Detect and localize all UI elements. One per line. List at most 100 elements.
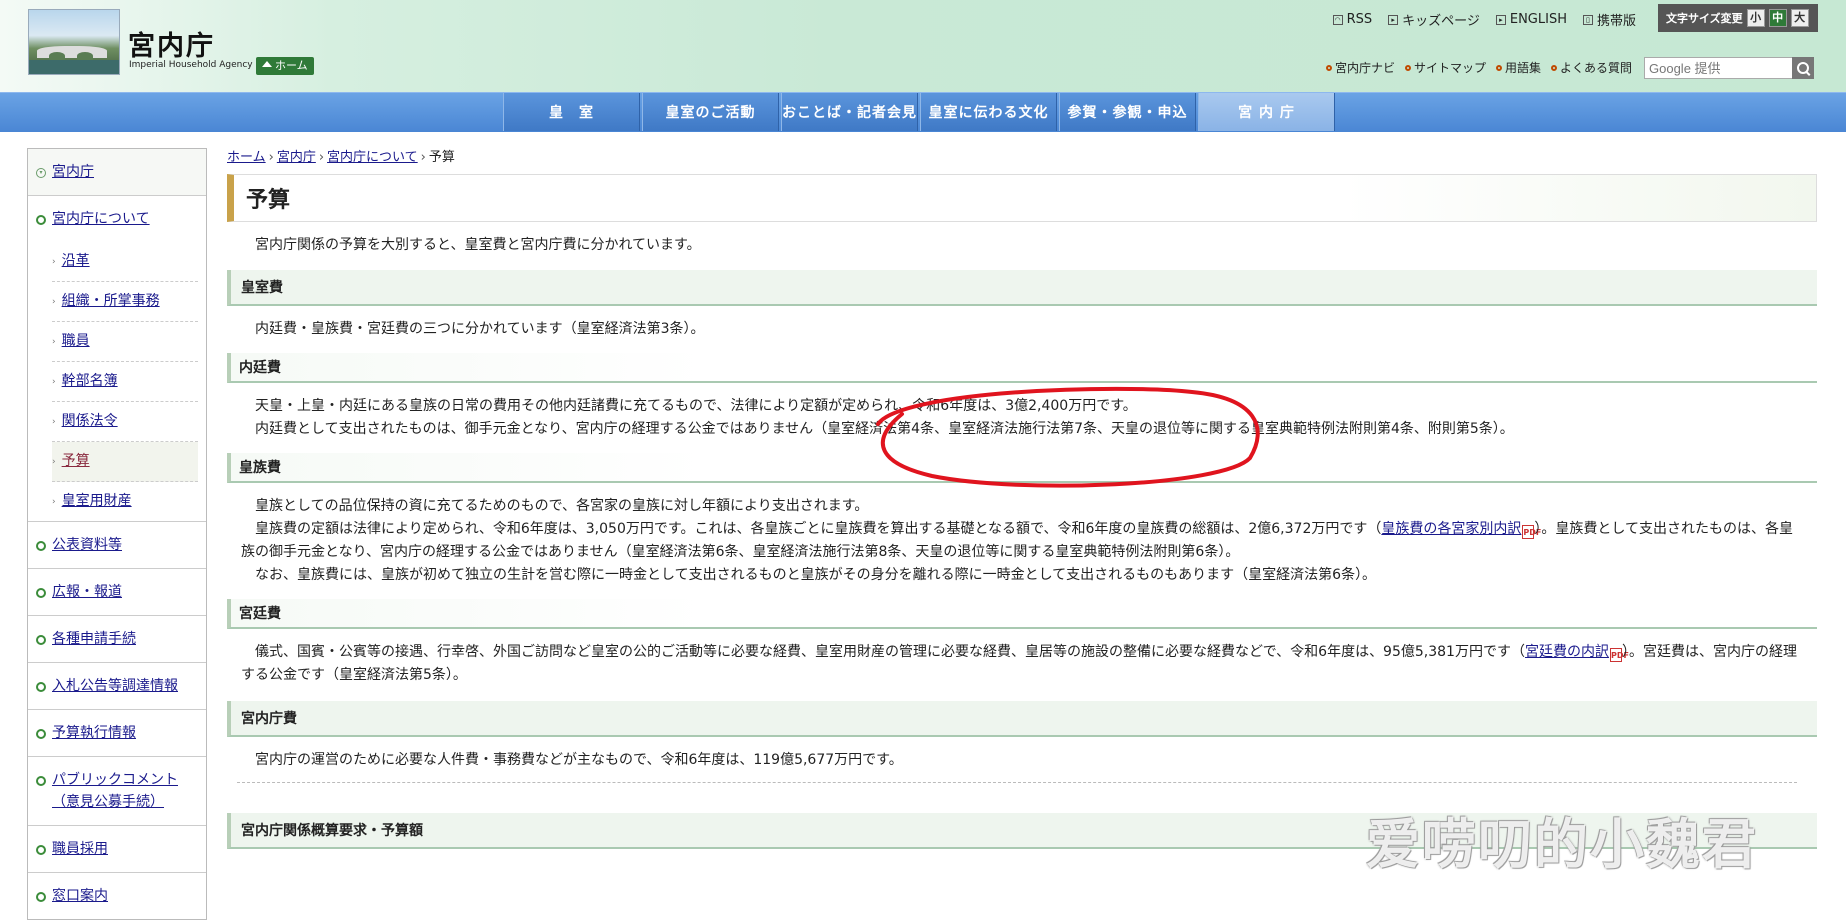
kids-page-link[interactable]: ▸ キッズページ	[1388, 10, 1480, 29]
sidebar-link-history[interactable]: 沿革	[62, 251, 90, 272]
main-content: ホーム › 宮内庁 › 宮内庁について › 予算 予算 宮内庁関係の予算を大別すると、皇室費…	[227, 146, 1817, 849]
intro-text: 宮内庁関係の予算を大別すると、皇室費と宮内庁費に分かれています。	[255, 237, 701, 253]
imperial-palace-logo-image[interactable]	[28, 9, 120, 75]
sidebar-link-executives[interactable]: 幹部名簿	[62, 371, 118, 392]
arrow-right-icon: ›	[52, 457, 56, 467]
mobile-label: 携帯版	[1596, 14, 1636, 29]
sidebar-link-budget[interactable]: 予算	[62, 451, 90, 472]
sidebar-item-about: 宮内庁について	[28, 196, 206, 242]
rss-icon: ◠	[1332, 14, 1343, 25]
sidebar-link-procurement[interactable]: 入札公告等調達情報	[52, 675, 178, 697]
sidebar-item-publications: 公表資料等	[28, 522, 206, 569]
sidebar-subitem-laws: › 関係法令	[52, 402, 198, 442]
font-size-medium-button[interactable]: 中	[1768, 9, 1787, 27]
sidebar-subitem-executives: › 幹部名簿	[52, 362, 198, 402]
arrow-right-icon: ›	[52, 257, 56, 267]
mobile-phone-icon: ▯	[1582, 14, 1593, 25]
breadcrumb-separator: ›	[268, 150, 274, 165]
home-label: ホーム	[275, 59, 308, 72]
kyuteihi-line-1: 儀式、国賓・公賓等の接遇、行幸啓、外国ご訪問など皇室の公的ご活動等に必要な経費、…	[241, 641, 1803, 687]
sidebar-link-agency[interactable]: 宮内庁	[52, 161, 94, 183]
circle-chevron-icon: ▾	[36, 168, 46, 178]
sidebar-link-staff[interactable]: 職員	[62, 331, 90, 352]
sidebar-item-recruitment: 職員採用	[28, 826, 206, 873]
sidebar-item-agency: ▾ 宮内庁	[28, 149, 206, 196]
sidebar-subitem-budget: › 予算	[52, 442, 198, 482]
sidebar-link-pr[interactable]: 広報・報道	[52, 581, 122, 603]
nav-tab-imperial-family[interactable]: 皇 室	[503, 93, 640, 131]
nav-tab-culture[interactable]: 皇室に伝わる文化	[920, 93, 1057, 131]
faq-link[interactable]: よくある質問	[1551, 59, 1632, 76]
rss-link[interactable]: ◠ RSS	[1332, 10, 1373, 29]
sidebar-link-laws[interactable]: 関係法令	[62, 411, 118, 432]
home-icon	[262, 61, 272, 67]
kouzokuhi-breakdown-link[interactable]: 皇族費の各宮家別内訳	[1381, 521, 1521, 537]
bullet-icon	[36, 682, 46, 692]
mobile-link[interactable]: ▯ 携帯版	[1582, 10, 1636, 29]
nav-tab-visits-applications[interactable]: 参賀・参観・申込	[1059, 93, 1196, 131]
arrow-right-icon: ▸	[1495, 14, 1506, 25]
bridge-shape	[37, 46, 107, 58]
sidebar-link-recruitment[interactable]: 職員採用	[52, 838, 108, 860]
sidebar-link-about[interactable]: 宮内庁について	[52, 208, 150, 230]
search-input[interactable]	[1645, 58, 1787, 79]
sidebar-link-public-comment[interactable]: パブリックコメント（意見公募手続）	[52, 769, 198, 813]
navi-link[interactable]: 宮内庁ナビ	[1326, 59, 1395, 76]
font-size-small-button[interactable]: 小	[1746, 9, 1765, 27]
sidebar-link-organization[interactable]: 組織・所掌事務	[62, 291, 160, 312]
site-title[interactable]: 宮内庁	[128, 24, 215, 63]
nav-tab-agency[interactable]: 宮 内 庁	[1198, 93, 1335, 131]
sidebar-subitem-property: › 皇室用財産	[52, 482, 198, 521]
home-button[interactable]: ホーム	[256, 57, 314, 75]
pdf-icon[interactable]: PDF	[1522, 525, 1541, 539]
breadcrumb-separator: ›	[420, 150, 426, 165]
pdf-icon[interactable]: PDF	[1609, 648, 1629, 662]
breadcrumb-about[interactable]: 宮内庁について	[327, 150, 418, 165]
navi-label: 宮内庁ナビ	[1335, 61, 1396, 75]
nav-tab-activities[interactable]: 皇室のご活動	[642, 93, 779, 131]
glossary-link[interactable]: 用語集	[1496, 59, 1541, 76]
bullet-icon	[36, 845, 46, 855]
faq-label: よくある質問	[1560, 61, 1633, 75]
arrow-right-icon: ›	[52, 497, 56, 507]
kouzokuhi-line-3: なお、皇族費には、皇族が初めて独立の生計を営む際に一時金として支出されるものと皇…	[255, 567, 1377, 583]
rss-label: RSS	[1346, 12, 1373, 27]
section-heading-kyuteihi: 宮廷費	[227, 599, 1817, 629]
sidebar-link-property[interactable]: 皇室用財産	[62, 491, 132, 512]
naiteihi-line-1: 天皇・上皇・内廷にある皇族の日常の費用その他内廷諸費に充てるもので、法律により定…	[255, 398, 1137, 414]
sidebar-link-contact[interactable]: 窓口案内	[52, 885, 108, 907]
font-size-large-button[interactable]: 大	[1790, 9, 1809, 27]
arrow-right-icon: ›	[52, 337, 56, 347]
arrow-right-icon: ›	[52, 417, 56, 427]
kids-page-label: キッズページ	[1402, 14, 1480, 29]
sidebar-link-applications[interactable]: 各種申請手続	[52, 628, 136, 650]
site-header: 宮内庁 Imperial Household Agency ホーム ◠ RSS ▸…	[0, 0, 1846, 92]
section-body-koushitsuhi: 内廷費・皇族費・宮廷費の三つに分かれています（皇室経済法第3条）。	[227, 306, 1817, 341]
breadcrumb-home[interactable]: ホーム	[227, 150, 266, 165]
bullet-icon	[36, 215, 46, 225]
bullet-icon	[36, 635, 46, 645]
section-body-kunaichohi: 宮内庁の運営のために必要な人件費・事務費などが主なもので、令和6年度は、119億…	[227, 737, 1817, 772]
breadcrumb-separator: ›	[318, 150, 325, 165]
bullet-icon	[36, 776, 46, 786]
breadcrumb-agency[interactable]: 宮内庁	[277, 150, 316, 165]
sidebar-link-budget-execution[interactable]: 予算執行情報	[52, 722, 136, 744]
sidebar-link-publications[interactable]: 公表資料等	[52, 534, 122, 556]
sidebar-subitem-staff: › 職員	[52, 322, 198, 362]
glossary-label: 用語集	[1505, 61, 1542, 75]
kyuteihi-line-1a: 儀式、国賓・公賓等の接遇、行幸啓、外国ご訪問など皇室の公的ご活動等に必要な経費、…	[255, 644, 1525, 660]
kouzokuhi-line-2a: 皇族費の定額は法律により定められ、令和6年度は、3,050万円です。これは、各皇…	[255, 521, 1382, 537]
bullet-icon	[36, 729, 46, 739]
sidebar-item-pr: 広報・報道	[28, 569, 206, 616]
search-button[interactable]	[1792, 57, 1814, 79]
bullet-icon	[36, 588, 46, 598]
nav-tab-addresses-press[interactable]: おことば・記者会見	[781, 93, 918, 131]
kouzokuhi-line-1: 皇族としての品位保持の資に充てるためのもので、各宮家の皇族に対し年額により支出さ…	[255, 498, 869, 514]
bridge-arch	[49, 52, 65, 60]
english-link[interactable]: ▸ ENGLISH	[1495, 10, 1567, 29]
sitemap-link[interactable]: サイトマップ	[1405, 59, 1486, 76]
sidebar-subitem-history: › 沿革	[52, 242, 198, 282]
sidebar-subitem-organization: › 組織・所掌事務	[52, 282, 198, 322]
kyuteihi-breakdown-link[interactable]: 宮廷費の内訳	[1525, 644, 1609, 660]
utility-links: ◠ RSS ▸ キッズページ ▸ ENGLISH ▯ 携帯版	[1332, 10, 1636, 29]
